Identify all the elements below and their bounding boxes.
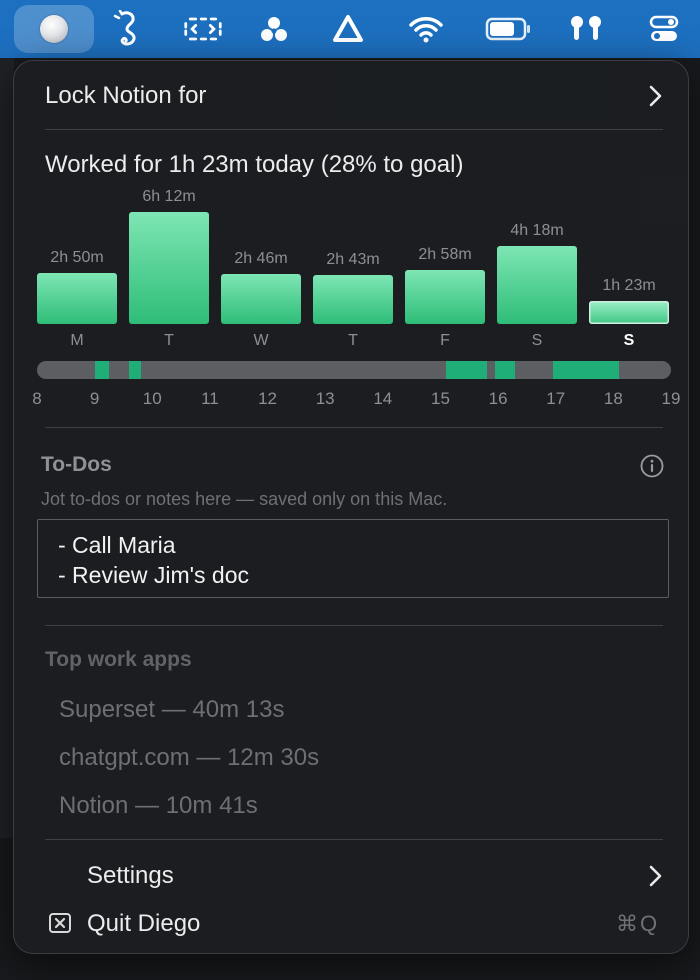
day-label: W — [253, 332, 269, 349]
seahorse-icon[interactable] — [106, 9, 146, 49]
lock-notion-item[interactable]: Lock Notion for — [45, 82, 206, 110]
hour-label: 10 — [142, 389, 162, 408]
active-segment — [446, 361, 487, 379]
chevron-right-icon — [649, 865, 662, 887]
divider — [45, 129, 663, 130]
day-label: T — [348, 332, 358, 349]
bar-column-0: 2h 50m M — [37, 181, 119, 351]
todos-textarea[interactable]: - Call Maria - Review Jim's doc — [37, 519, 669, 598]
trefoil-icon[interactable] — [254, 9, 294, 49]
divider — [45, 427, 663, 428]
menu-bar — [0, 0, 700, 58]
bar-value-label: 4h 18m — [510, 222, 564, 240]
delta-triangle-icon[interactable] — [328, 9, 368, 49]
day-label: F — [440, 332, 450, 349]
wifi-icon[interactable] — [406, 9, 446, 49]
bar-column-2: 2h 46m W — [221, 181, 303, 351]
bar-value-label: 2h 43m — [326, 250, 380, 268]
hour-label: 12 — [258, 389, 277, 408]
hour-label: 11 — [201, 389, 219, 408]
battery-icon[interactable] — [484, 9, 534, 49]
day-label: T — [164, 332, 174, 349]
day-label: S — [531, 332, 543, 349]
active-segment — [552, 361, 620, 379]
bar — [221, 274, 301, 324]
worked-summary: Worked for 1h 23m today (28% to goal) — [45, 151, 464, 178]
bar — [589, 301, 669, 324]
top-app-item: Superset — 40m 13s — [59, 696, 285, 723]
hour-label: 14 — [373, 389, 393, 408]
bar-column-4: 2h 58m F — [405, 181, 487, 351]
bar-column-3: 2h 43m T — [313, 181, 395, 351]
quit-item[interactable]: Quit Diego — [87, 910, 200, 938]
todo-line: - Call Maria — [58, 532, 176, 558]
hour-label: 16 — [488, 389, 508, 408]
todo-line: - Review Jim's doc — [58, 562, 249, 588]
day-label: M — [70, 332, 84, 349]
bar-value-label: 2h 50m — [50, 248, 104, 266]
bar-value-label: 6h 12m — [142, 188, 196, 205]
hour-label: 19 — [661, 389, 681, 408]
bar — [313, 274, 393, 324]
hour-label: 15 — [430, 389, 450, 408]
top-app-item: Notion — 10m 41s — [59, 792, 258, 819]
todos-title: To-Dos — [41, 453, 112, 476]
menu-panel: Lock Notion for Worked for 1h 23m today … — [13, 60, 689, 954]
airpods-icon[interactable] — [566, 9, 606, 49]
active-segment — [94, 361, 110, 379]
control-center-icon[interactable] — [644, 9, 684, 49]
bar-value-label: 1h 23m — [602, 277, 656, 294]
weekly-bar-chart: 2h 50m M 6h 12m T 2h 46m W 2h 43m T 2h 58m F 4h 18… — [14, 181, 688, 351]
quit-box-icon — [49, 913, 71, 933]
hour-label: 17 — [546, 389, 566, 408]
divider — [45, 839, 663, 840]
top-app-item: chatgpt.com — 12m 30s — [59, 744, 320, 771]
day-label: S — [623, 332, 635, 349]
todos-hint: Jot to-dos or notes here — saved only on… — [41, 489, 448, 509]
bar-value-label: 2h 46m — [234, 250, 288, 268]
active-segment — [495, 361, 516, 379]
bar — [497, 246, 577, 324]
hour-label: 8 — [32, 389, 42, 408]
day-timeline — [37, 361, 671, 379]
bar-column-6: 1h 23m S — [589, 181, 671, 351]
quit-shortcut: ⌘Q — [616, 911, 660, 936]
dashed-box-icon[interactable] — [183, 9, 223, 49]
background-window-edge — [0, 58, 14, 838]
bar — [405, 270, 485, 324]
chevron-right-icon — [649, 85, 662, 107]
bar-column-1: 6h 12m T — [129, 181, 211, 351]
settings-item[interactable]: Settings — [87, 862, 174, 890]
bar-value-label: 2h 58m — [418, 246, 472, 264]
bar — [37, 272, 117, 324]
app-orb-icon[interactable] — [34, 9, 74, 49]
active-segment — [129, 361, 141, 379]
divider — [45, 625, 663, 626]
hour-label: 9 — [89, 389, 100, 408]
bar-column-5: 4h 18m S — [497, 181, 579, 351]
bar — [129, 212, 209, 324]
top-apps-title: Top work apps — [45, 648, 192, 671]
hour-label: 18 — [603, 389, 623, 408]
info-icon[interactable] — [640, 454, 664, 478]
hour-label: 13 — [315, 389, 335, 408]
